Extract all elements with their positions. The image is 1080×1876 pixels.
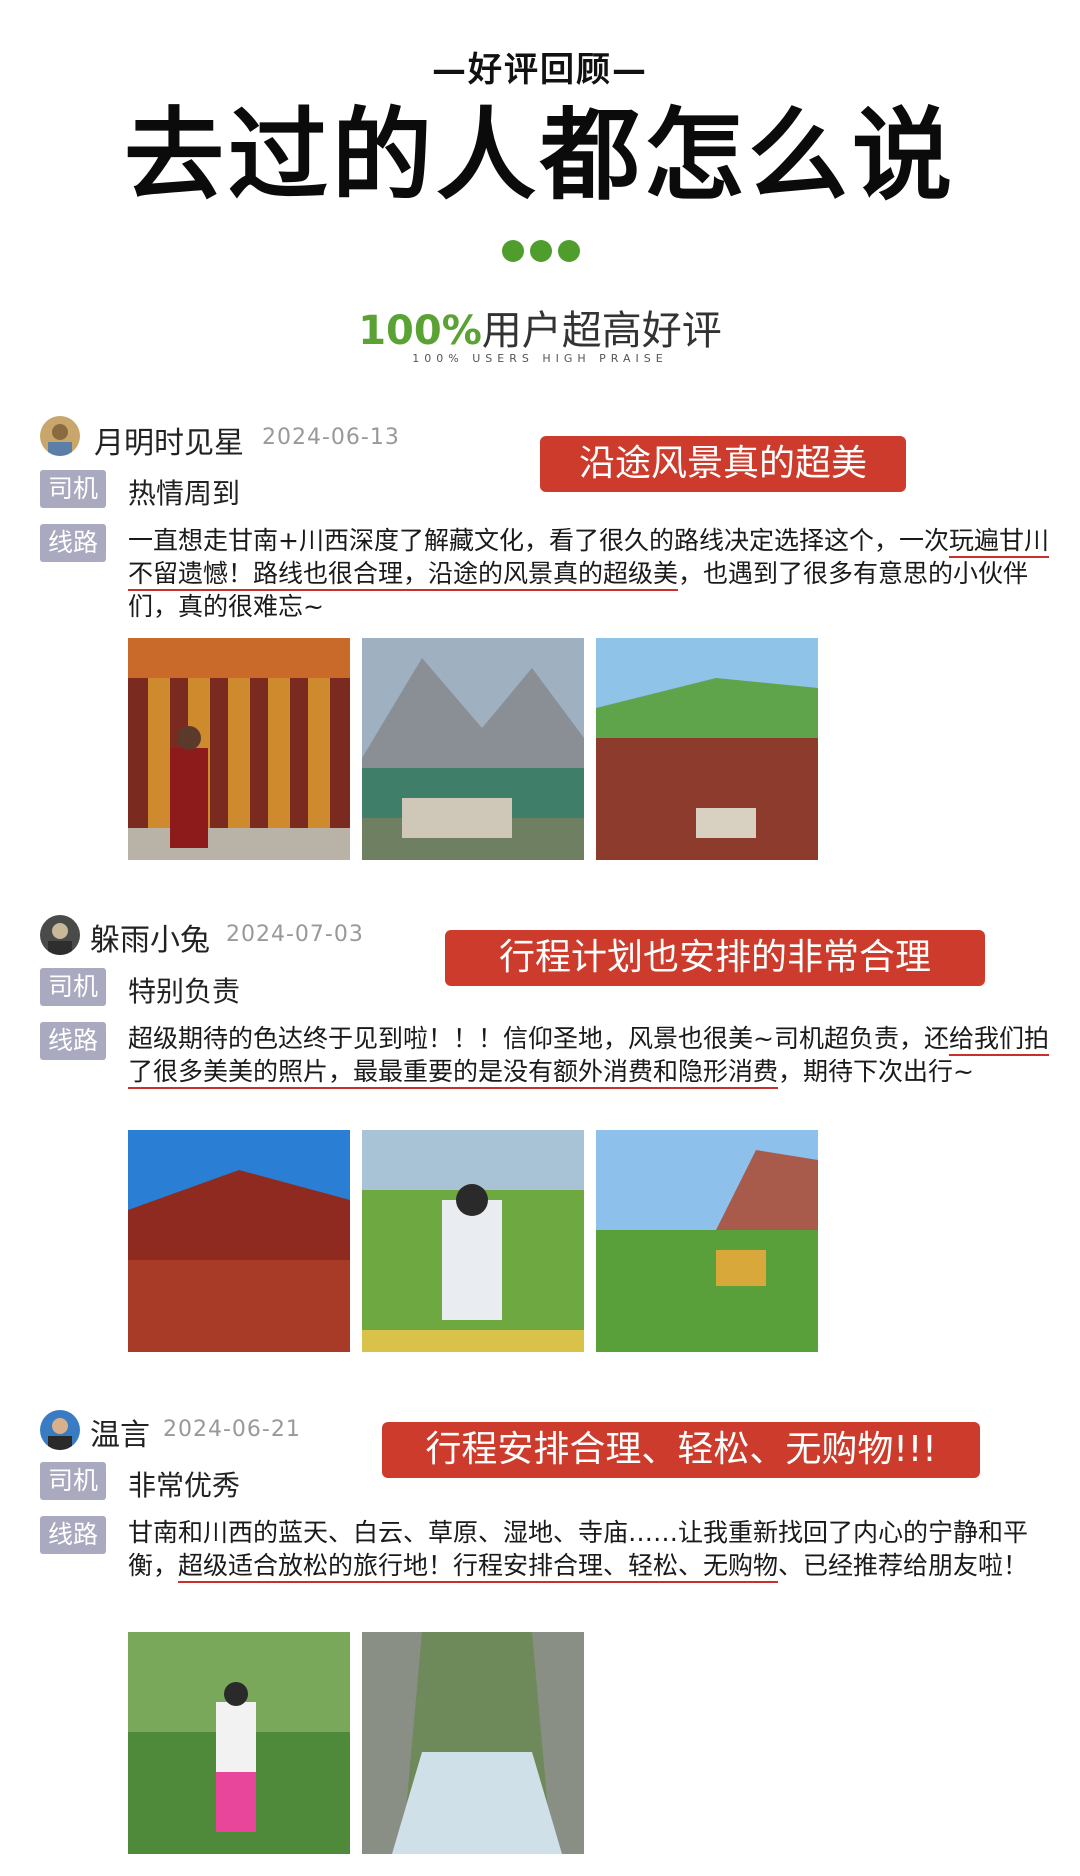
- page-title: 去过的人都怎么说: [124, 96, 956, 214]
- driver-tag: 司机: [40, 968, 106, 1006]
- avatar[interactable]: [40, 1410, 80, 1450]
- review-text-part: 超级期待的色达终于见到啦！！！信仰圣地，风景也很美~司机超负责，还: [128, 1024, 949, 1053]
- avatar[interactable]: [40, 416, 80, 456]
- green-dot-icon: [502, 240, 524, 262]
- review-photo-red-houses[interactable]: [128, 1130, 350, 1352]
- driver-comment: 非常优秀: [128, 1469, 241, 1502]
- review-date: 2024-06-21: [163, 1417, 301, 1442]
- praise-percent: 100%: [358, 308, 482, 354]
- review-text: 超级期待的色达终于见到啦！！！信仰圣地，风景也很美~司机超负责，还给我们拍了很多…: [128, 1022, 1068, 1089]
- reviewer-name: 躲雨小兔: [90, 923, 210, 958]
- review-highlight-banner: 行程安排合理、轻松、无购物!!!: [382, 1422, 980, 1478]
- review-photo-traveler-forest[interactable]: [128, 1632, 350, 1854]
- reviewer-name: 温言: [90, 1418, 150, 1453]
- driver-comment: 特别负责: [128, 975, 241, 1008]
- route-tag: 线路: [40, 524, 106, 562]
- review-photo-valley-village[interactable]: [596, 1130, 818, 1352]
- praise-text: 用户超高好评: [481, 308, 722, 354]
- review-photo-prayer-wheels[interactable]: [128, 638, 350, 860]
- green-dot-icon: [530, 240, 552, 262]
- review-date: 2024-06-13: [262, 425, 400, 450]
- review-photo-larung-gar[interactable]: [596, 638, 818, 860]
- praise-heading: 100%用户超高好评: [0, 298, 1080, 356]
- review-highlight-banner: 沿途风景真的超美: [540, 436, 906, 492]
- decor-dots: [502, 240, 582, 264]
- review-text-part: ，期待下次出行~: [778, 1057, 974, 1086]
- green-dot-icon: [558, 240, 580, 262]
- driver-comment: 热情周到: [128, 477, 241, 510]
- route-tag: 线路: [40, 1516, 106, 1554]
- review-text-part: 、已经推荐给朋友啦！: [778, 1551, 1029, 1580]
- review-date: 2024-07-03: [226, 922, 364, 947]
- review-text-part: 一直想走甘南+川西深度了解藏文化，看了很久的路线决定选择这个，一次: [128, 526, 949, 555]
- driver-tag: 司机: [40, 1462, 106, 1500]
- driver-tag: 司机: [40, 470, 106, 508]
- route-tag: 线路: [40, 1022, 106, 1060]
- review-photo-traveler-grassland[interactable]: [362, 1130, 584, 1352]
- review-photo-mountain-lake[interactable]: [362, 638, 584, 860]
- review-text-highlight: 超级适合放松的旅行地！行程安排合理、轻松、无购物: [178, 1551, 779, 1583]
- user-avatar-icon: [40, 416, 80, 456]
- review-text: 一直想走甘南+川西深度了解藏文化，看了很久的路线决定选择这个，一次玩遍甘川不留遗…: [128, 524, 1068, 623]
- review-photo-river-canyon[interactable]: [362, 1632, 584, 1854]
- avatar[interactable]: [40, 915, 80, 955]
- review-highlight-banner: 行程计划也安排的非常合理: [445, 930, 985, 986]
- section-eyebrow: —好评回顾—: [432, 50, 648, 90]
- praise-subtitle: 100% USERS HIGH PRAISE: [412, 352, 668, 365]
- reviewer-name: 月明时见星: [94, 426, 244, 461]
- review-text: 甘南和川西的蓝天、白云、草原、湿地、寺庙……让我重新找回了内心的宁静和平衡，超级…: [128, 1516, 1068, 1583]
- user-avatar-icon: [40, 1410, 80, 1450]
- user-avatar-icon: [40, 915, 80, 955]
